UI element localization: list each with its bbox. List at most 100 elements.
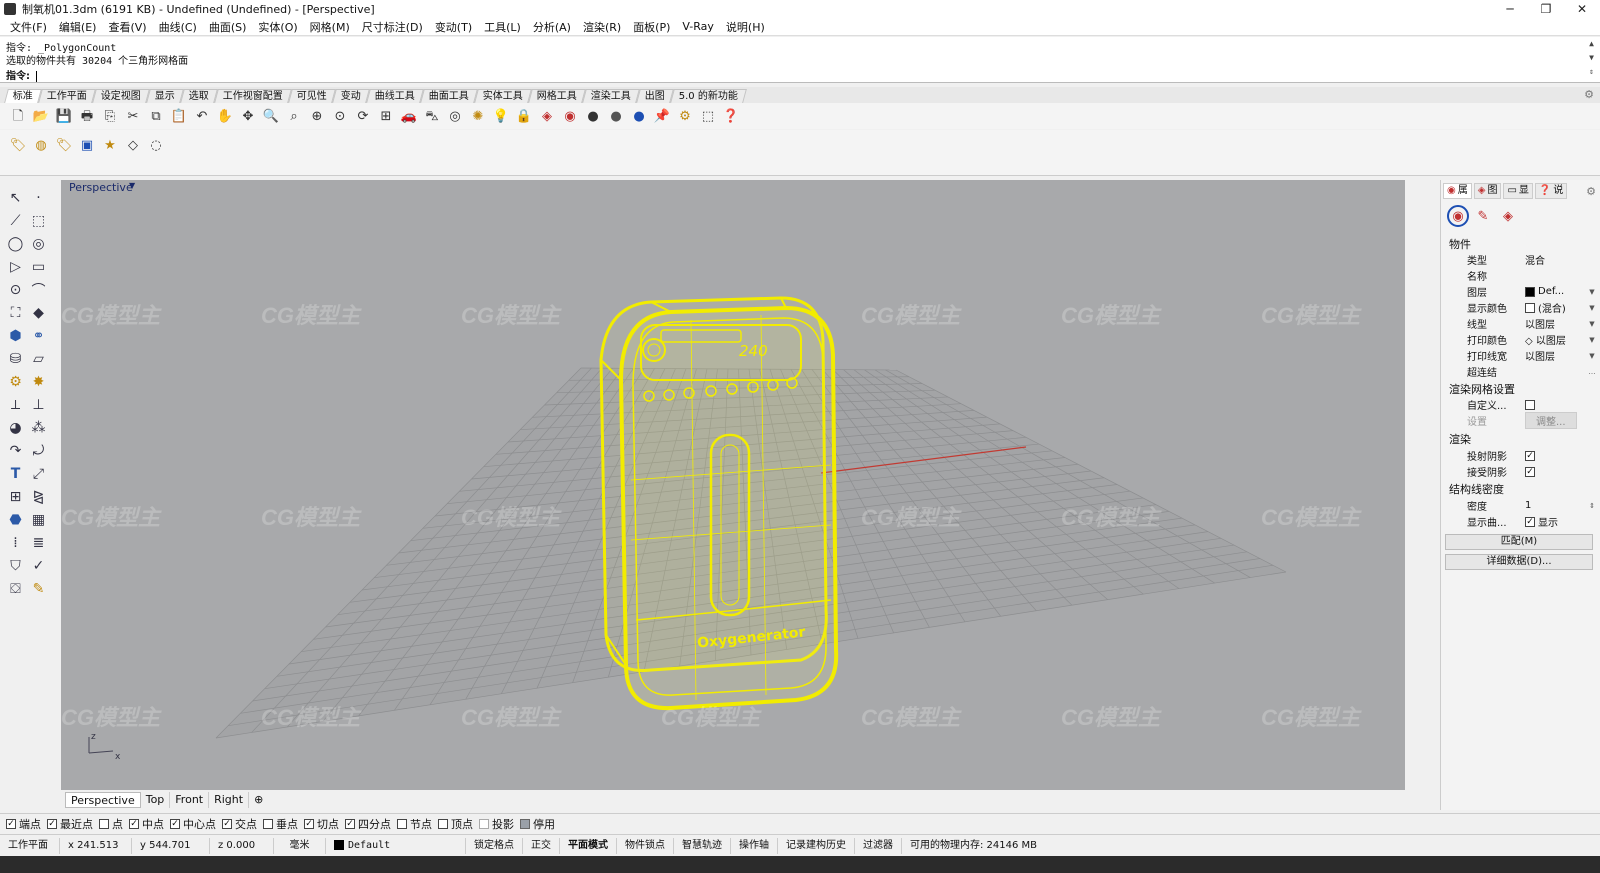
box-icon[interactable]: ⬢ — [4, 324, 27, 347]
prop-display-color[interactable]: 显示颜色 (混合) ▼ — [1467, 300, 1597, 315]
osnap-checkbox[interactable] — [438, 818, 448, 829]
prop-print-width[interactable]: 打印线宽 以图层 ▼ — [1467, 348, 1597, 364]
zoom-extents-icon[interactable]: ⊕ — [307, 106, 327, 126]
tab-new-in-v5[interactable]: 5.0 的新功能 — [670, 89, 747, 103]
help-icon[interactable]: ❓ — [721, 106, 741, 126]
text-icon[interactable]: T — [4, 462, 27, 485]
chevron-down-icon[interactable]: ▼ — [1587, 288, 1597, 296]
osnap-checkbox[interactable]: ✓ — [304, 818, 314, 829]
planar-toggle[interactable]: 平面模式 — [560, 837, 617, 854]
tab-curve-tools[interactable]: 曲线工具 — [366, 89, 424, 103]
prop-name[interactable]: 名称 — [1467, 268, 1597, 283]
twist-icon[interactable]: ⤾ — [27, 439, 50, 462]
command-input[interactable] — [36, 70, 1436, 82]
stepper-icon[interactable]: ⇕ — [1587, 502, 1597, 510]
receive-shadows-checkbox[interactable]: ✓ — [1525, 466, 1535, 477]
sphere-dark-icon[interactable]: ● — [606, 106, 626, 126]
analyze-icon[interactable]: ⛉ — [4, 554, 27, 577]
menu-mesh[interactable]: 网格(M) — [304, 19, 356, 35]
panel-gear-icon[interactable]: ⚙ — [1586, 185, 1596, 198]
sphere-blue-icon[interactable]: ● — [629, 106, 649, 126]
osnap-checkbox[interactable]: ✓ — [222, 818, 232, 829]
select-window-icon[interactable]: ⬚ — [698, 106, 718, 126]
osnap-option[interactable]: ✓ 中点 — [129, 816, 164, 832]
object-properties-icon[interactable]: ◉ — [1447, 205, 1469, 227]
prop-linetype[interactable]: 线型 以图层 ▼ — [1467, 316, 1597, 332]
pin-icon[interactable]: 📌 — [652, 106, 672, 126]
osnap-toggle[interactable]: 物件锁点 — [617, 837, 674, 854]
menu-help[interactable]: 说明(H) — [720, 19, 771, 35]
new-icon[interactable]: 🗋 — [8, 106, 28, 126]
add-viewport-icon[interactable]: ⊕ — [249, 792, 268, 808]
menu-analyze[interactable]: 分析(A) — [527, 19, 577, 35]
layer-status[interactable]: Default — [326, 837, 466, 854]
tag-2-icon[interactable]: ◍ — [31, 135, 51, 155]
point-edit-icon[interactable]: ⛶ — [4, 301, 27, 324]
smarttrack-toggle[interactable]: 智慧轨迹 — [674, 837, 731, 854]
lock-icon[interactable]: 🔒 — [514, 106, 534, 126]
chevron-down-icon[interactable]: ▼ — [1587, 320, 1597, 328]
units-status[interactable]: 毫米 — [274, 837, 326, 854]
tab-surface-tools[interactable]: 曲面工具 — [420, 89, 478, 103]
tab-right[interactable]: Right — [209, 792, 250, 808]
close-button[interactable]: ✕ — [1564, 0, 1600, 18]
cylinder-icon[interactable]: ⛁ — [4, 347, 27, 370]
bulb-icon[interactable]: 💡 — [491, 106, 511, 126]
bend-icon[interactable]: ↷ — [4, 439, 27, 462]
paint-icon[interactable]: ✎ — [27, 577, 50, 600]
tab-drafting[interactable]: 出图 — [636, 89, 674, 103]
shade-icon[interactable]: ◕ — [4, 416, 27, 439]
check-icon[interactable]: ✓ — [27, 554, 50, 577]
osnap-checkbox[interactable]: ✓ — [345, 818, 355, 829]
osnap-option[interactable]: 垂点 — [263, 816, 298, 832]
osnap-checkbox[interactable] — [397, 818, 407, 829]
gear-icon[interactable]: ⚙ — [4, 370, 27, 393]
circle-2-icon[interactable]: ⊙ — [4, 278, 27, 301]
import-icon[interactable]: ⎘ — [100, 106, 120, 126]
gear-tools-icon[interactable]: ⚙ — [675, 106, 695, 126]
osnap-option[interactable]: 投影 — [479, 816, 514, 832]
join-icon[interactable]: ⊥ — [27, 393, 50, 416]
prop-print-color[interactable]: 打印颜色 ◇ 以图层 ▼ — [1467, 332, 1597, 348]
scale-icon[interactable]: ⤢ — [27, 462, 50, 485]
menu-surface[interactable]: 曲面(S) — [203, 19, 253, 35]
grid-array-icon[interactable]: ⁞ — [4, 531, 27, 554]
osnap-option[interactable]: ✓ 最近点 — [47, 816, 93, 832]
star-icon[interactable]: ★ — [100, 135, 120, 155]
tab-set-view[interactable]: 设定视图 — [92, 89, 150, 103]
prop-layer[interactable]: 图层 Def... ▼ — [1467, 284, 1597, 299]
tag-icon[interactable]: 🏷 — [8, 135, 28, 155]
osnap-checkbox[interactable]: ✓ — [170, 818, 180, 829]
details-button[interactable]: 详细数据(D)... — [1445, 554, 1593, 570]
tag-gray-icon[interactable]: ◇ — [123, 135, 143, 155]
tab-transform[interactable]: 变动 — [332, 89, 370, 103]
tab-properties[interactable]: ◉ 属 — [1443, 183, 1472, 199]
osnap-option[interactable]: 节点 — [397, 816, 432, 832]
rotate-view-icon[interactable]: ⟳ — [353, 106, 373, 126]
pan-hand-icon[interactable]: ✋ — [215, 106, 235, 126]
prop-mesh-custom[interactable]: 自定义... — [1467, 397, 1597, 412]
tab-mesh-tools[interactable]: 网格工具 — [528, 89, 586, 103]
texture-icon[interactable]: ◈ — [1497, 205, 1519, 227]
car-icon[interactable]: 🚗 — [399, 106, 419, 126]
menu-dimension[interactable]: 尺寸标注(D) — [356, 19, 429, 35]
plane-icon[interactable]: ▱ — [27, 347, 50, 370]
tab-display[interactable]: 显示 — [146, 89, 184, 103]
match-button[interactable]: 匹配(M) — [1445, 534, 1593, 550]
osnap-option[interactable]: 顶点 — [438, 816, 473, 832]
osnap-option[interactable]: ✓ 四分点 — [345, 816, 391, 832]
osnap-option[interactable]: ✓ 切点 — [304, 816, 339, 832]
osnap-option[interactable]: ✓ 交点 — [222, 816, 257, 832]
osnap-option[interactable]: 点 — [99, 816, 123, 832]
circle-icon[interactable]: ◯ — [4, 232, 27, 255]
circle-dots-icon[interactable]: ◎ — [445, 106, 465, 126]
show-curves-checkbox[interactable]: ✓ — [1525, 516, 1535, 527]
scroll-up-icon[interactable]: ▲ — [1589, 39, 1594, 48]
restore-button[interactable]: ❐ — [1528, 0, 1564, 18]
menu-render[interactable]: 渲染(R) — [577, 19, 627, 35]
cplane-status[interactable]: 工作平面 — [0, 837, 60, 854]
menu-solid[interactable]: 实体(O) — [252, 19, 303, 35]
tab-viewport-layout[interactable]: 工作视窗配置 — [214, 89, 292, 103]
color-wheel-icon[interactable]: ◉ — [560, 106, 580, 126]
boolean-icon[interactable]: ⚭ — [27, 324, 50, 347]
